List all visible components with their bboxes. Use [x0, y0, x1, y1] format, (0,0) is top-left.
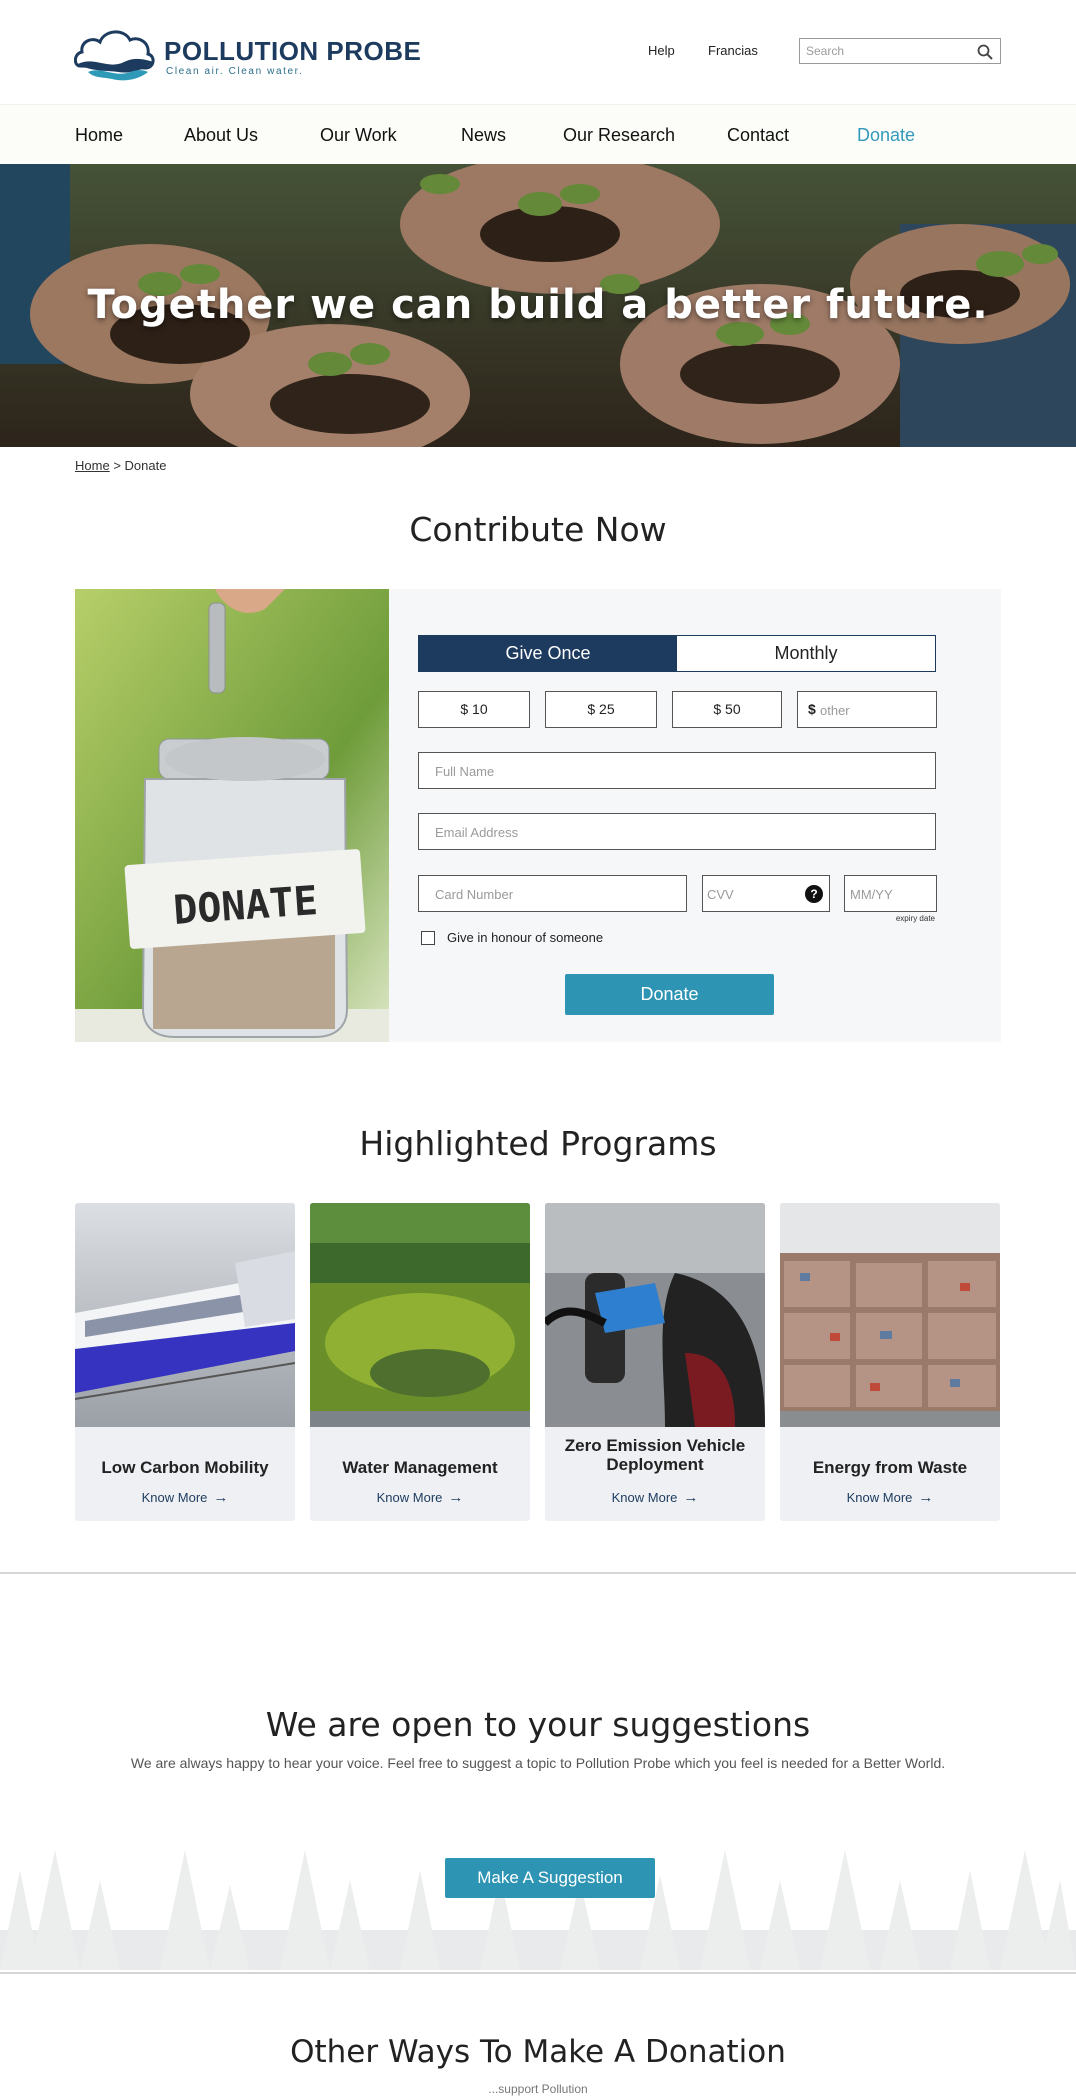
nav-home[interactable]: Home [75, 125, 123, 146]
know-more-link[interactable]: Know More → [545, 1489, 765, 1506]
site-logo[interactable]: POLLUTION PROBE Clean air. Clean water. [74, 22, 421, 84]
suggestions-title: We are open to your suggestions [265, 1705, 811, 1744]
program-title: Low Carbon Mobility [101, 1458, 269, 1477]
breadcrumb-current: Donate [124, 458, 167, 473]
know-more-link[interactable]: Know More → [310, 1489, 530, 1506]
hero-banner: Together we can build a better future. [0, 164, 1076, 447]
card-number-input[interactable] [435, 884, 662, 904]
help-link[interactable]: Help [648, 43, 675, 58]
nav-contact[interactable]: Contact [727, 125, 789, 146]
email-field [418, 813, 936, 850]
programs-title: Highlighted Programs [359, 1124, 717, 1163]
arrow-right-icon: → [213, 1489, 229, 1506]
light-rail-train-image [75, 1203, 295, 1427]
nav-news[interactable]: News [461, 125, 506, 146]
give-once-tab[interactable]: Give Once [419, 636, 677, 671]
know-more-link[interactable]: Know More → [780, 1489, 1000, 1506]
nav-about-us[interactable]: About Us [184, 125, 258, 146]
program-title: Zero Emission Vehicle Deployment [564, 1436, 746, 1474]
language-link[interactable]: Francias [708, 43, 758, 58]
monthly-tab[interactable]: Monthly [677, 636, 935, 671]
suggestions-text: We are always happy to hear your voice. … [130, 1755, 946, 1771]
cvv-help-icon[interactable]: ? [805, 885, 823, 903]
expiry-note: expiry date [895, 914, 935, 923]
breadcrumb: Home > Donate [75, 458, 166, 473]
logo-cloud-wave-icon [74, 30, 155, 81]
arrow-right-icon: → [683, 1489, 699, 1506]
section-divider [0, 1972, 1076, 1974]
section-divider [0, 1572, 1076, 1574]
amount-50-button[interactable]: $ 50 [672, 691, 782, 728]
site-header: POLLUTION PROBE Clean air. Clean water. … [0, 0, 1076, 104]
know-more-link[interactable]: Know More → [75, 1489, 295, 1506]
breadcrumb-home[interactable]: Home [75, 458, 110, 473]
main-nav: Home About Us Our Work News Our Research… [0, 104, 1076, 164]
amount-25-button[interactable]: $ 25 [545, 691, 657, 728]
currency-symbol: $ [808, 701, 816, 717]
arrow-right-icon: → [918, 1489, 934, 1506]
brand-name: POLLUTION PROBE [164, 36, 422, 66]
donation-jar-image: DONATE [75, 589, 389, 1042]
forest-silhouette-background [0, 1850, 1076, 1970]
other-amount-input[interactable] [820, 700, 930, 720]
honour-checkbox[interactable] [421, 931, 435, 945]
full-name-input[interactable] [435, 761, 911, 781]
expiry-input[interactable] [850, 884, 930, 904]
program-card-zero-emission-vehicle[interactable]: Zero Emission Vehicle Deployment Know Mo… [545, 1203, 765, 1521]
donation-form: Give Once Monthly $ 10 $ 25 $ 50 $ ? exp… [389, 589, 1001, 1042]
other-ways-title: Other Ways To Make A Donation [290, 2034, 786, 2070]
full-name-field [418, 752, 936, 789]
honour-label: Give in honour of someone [447, 930, 604, 945]
algae-pond-image [310, 1203, 530, 1427]
contribute-title: Contribute Now [409, 510, 667, 549]
recycling-bales-image [780, 1203, 1000, 1427]
email-input[interactable] [435, 822, 911, 842]
card-number-field [418, 875, 687, 912]
program-card-low-carbon-mobility[interactable]: Low Carbon Mobility Know More → [75, 1203, 295, 1521]
cvv-input[interactable] [707, 884, 797, 904]
donate-submit-button[interactable]: Donate [565, 974, 774, 1015]
program-title: Water Management [342, 1458, 498, 1477]
search-box [799, 38, 1001, 64]
other-amount-field: $ [797, 691, 937, 728]
hero-title: Together we can build a better future. [87, 282, 989, 328]
nav-our-work[interactable]: Our Work [320, 125, 397, 146]
amount-10-button[interactable]: $ 10 [418, 691, 530, 728]
ev-charging-image [545, 1203, 765, 1427]
search-input[interactable] [806, 42, 966, 60]
breadcrumb-separator: > [113, 458, 121, 473]
program-card-energy-from-waste[interactable]: Energy from Waste Know More → [780, 1203, 1000, 1521]
make-suggestion-button[interactable]: Make A Suggestion [445, 1858, 655, 1898]
nav-our-research[interactable]: Our Research [563, 125, 675, 146]
arrow-right-icon: → [448, 1489, 464, 1506]
frequency-toggle: Give Once Monthly [418, 635, 936, 672]
program-card-water-management[interactable]: Water Management Know More → [310, 1203, 530, 1521]
nav-donate[interactable]: Donate [857, 125, 915, 146]
program-title: Energy from Waste [812, 1458, 968, 1477]
brand-tagline: Clean air. Clean water. [166, 66, 304, 77]
cvv-field: ? [702, 875, 830, 912]
other-ways-subtitle: ...support Pollution [488, 2082, 588, 2096]
expiry-field [844, 875, 937, 912]
search-icon[interactable] [976, 43, 994, 61]
